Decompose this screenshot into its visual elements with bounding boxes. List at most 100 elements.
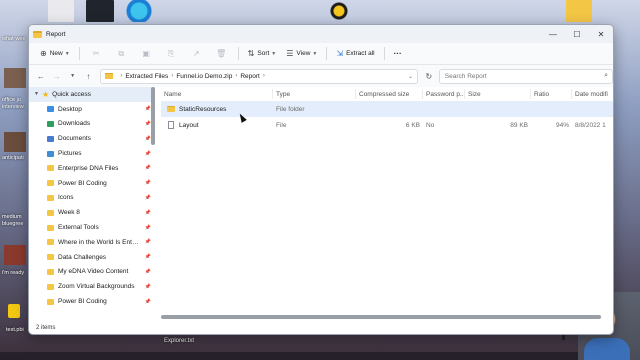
desktop-folder-thumbnail[interactable]: [566, 0, 592, 22]
desktop-label[interactable]: i'm ready: [2, 270, 24, 276]
pin-icon: 📌: [144, 150, 151, 157]
desktop-thumbnail[interactable]: [4, 245, 26, 265]
navigation-pane[interactable]: ▼ ★ Quick access Desktop 📌 Downloads 📌 Docum…: [29, 87, 155, 321]
delete-icon[interactable]: 🗑: [209, 46, 234, 62]
title-bar[interactable]: Report — ☐ ✕: [29, 25, 613, 43]
bee-icon[interactable]: [328, 0, 350, 22]
edge-browser-icon[interactable]: [124, 0, 154, 22]
desktop-label[interactable]: interview: [2, 104, 24, 110]
nav-item[interactable]: Week 8 📌: [29, 205, 155, 220]
breadcrumb-item[interactable]: Report: [240, 73, 260, 80]
extract-all-label: Extract all: [346, 50, 375, 57]
desktop-label[interactable]: test.pbi: [6, 327, 24, 333]
column-header-size[interactable]: Size: [465, 89, 531, 99]
nav-item[interactable]: Power BI Coding 📌: [29, 176, 155, 191]
column-header-date-modified[interactable]: Date modifi: [572, 89, 612, 99]
rename-icon[interactable]: ⎘: [159, 46, 184, 62]
desktop-label[interactable]: office ju: [2, 97, 21, 103]
breadcrumb-item[interactable]: Extracted Files: [125, 73, 168, 80]
power-bi-file-icon[interactable]: [8, 304, 20, 318]
more-options-button[interactable]: ···: [389, 46, 407, 62]
forward-button[interactable]: →: [49, 68, 65, 84]
horizontal-scrollbar[interactable]: [161, 315, 613, 319]
password-protected: No: [423, 122, 465, 129]
desktop-thumbnail[interactable]: [86, 0, 114, 22]
desktop-file-label[interactable]: Explorer.txt: [164, 338, 194, 344]
column-header-ratio[interactable]: Ratio: [531, 89, 572, 99]
column-header-type[interactable]: Type: [273, 89, 356, 99]
folder-icon: [47, 165, 54, 172]
extract-all-button[interactable]: ⇲ Extract all: [331, 46, 379, 62]
file-rows: StaticResources File folder Layout File 6 KB…: [161, 101, 613, 133]
nav-item[interactable]: Desktop 📌: [29, 102, 155, 117]
folder-icon: [47, 298, 54, 305]
new-button[interactable]: ⊕ New ▼: [35, 46, 75, 62]
file-row[interactable]: StaticResources File folder: [161, 101, 613, 117]
column-headers: Name Type Compressed size Password p... …: [161, 87, 613, 101]
status-bar: 2 items: [29, 321, 613, 334]
view-button[interactable]: ☰ View ▼: [281, 46, 322, 62]
nav-item[interactable]: Pictures 📌: [29, 146, 155, 161]
item-count: 2 items: [36, 324, 56, 331]
pin-icon: 📌: [144, 180, 151, 187]
desktop-label[interactable]: what-wee: [2, 36, 26, 42]
minimize-button[interactable]: —: [541, 25, 565, 43]
pin-icon: 📌: [144, 239, 151, 246]
pin-icon: 📌: [144, 268, 151, 275]
maximize-button[interactable]: ☐: [565, 25, 589, 43]
address-history-dropdown[interactable]: ⌄: [408, 73, 417, 80]
nav-scrollbar[interactable]: [151, 87, 155, 145]
scrollbar-thumb[interactable]: [161, 315, 601, 319]
copy-icon[interactable]: ⧉: [109, 46, 134, 62]
nav-item[interactable]: Enterprise DNA Files 📌: [29, 161, 155, 176]
nav-item[interactable]: Zoom Virtual Backgrounds 📌: [29, 279, 155, 294]
column-header-password[interactable]: Password p...: [423, 89, 465, 99]
nav-item[interactable]: Icons 📌: [29, 191, 155, 206]
pin-icon: 📌: [144, 283, 151, 290]
nav-item[interactable]: Power BI Coding 📌: [29, 294, 155, 309]
compressed-size-text: 6 KB: [405, 121, 420, 129]
column-header-compressed-size[interactable]: Compressed size: [356, 89, 423, 99]
column-header-name[interactable]: Name: [161, 89, 273, 99]
address-bar[interactable]: › Extracted Files › Funnel.io Demo.zip ›…: [100, 68, 418, 84]
content-area: ▼ ★ Quick access Desktop 📌 Downloads 📌 Docum…: [29, 87, 613, 321]
pin-icon: 📌: [144, 254, 151, 261]
nav-item[interactable]: My eDNA Video Content 📌: [29, 265, 155, 280]
back-button[interactable]: ←: [33, 68, 49, 84]
desktop-thumbnail[interactable]: [4, 68, 26, 88]
breadcrumb-item[interactable]: Funnel.io Demo.zip: [176, 73, 232, 80]
nav-item[interactable]: Where in the World Is Enterprise DNA📌: [29, 235, 155, 250]
quick-access-header[interactable]: ▼ ★ Quick access: [29, 87, 155, 102]
sort-button[interactable]: ⇅ Sort ▼: [243, 46, 282, 62]
view-label: View: [296, 50, 311, 57]
desktop-thumbnail[interactable]: [48, 0, 74, 22]
desktop-label[interactable]: medium: [2, 214, 22, 220]
folder-icon: [47, 194, 54, 201]
up-button[interactable]: ↑: [80, 68, 96, 84]
desktop-label[interactable]: bluegree: [2, 221, 23, 227]
share-icon[interactable]: ↗: [184, 46, 209, 62]
file-icon: [168, 121, 174, 129]
pin-icon: 📌: [144, 298, 151, 305]
nav-item-label: Data Challenges: [58, 253, 107, 261]
nav-item[interactable]: Data Challenges 📌: [29, 250, 155, 265]
nav-item[interactable]: Documents 📌: [29, 131, 155, 146]
taskbar-thumbnails: [0, 352, 640, 360]
file-row[interactable]: Layout File 6 KB No 89 KB 94% 8/8/2022 1: [161, 117, 613, 133]
search-placeholder: Search Report: [444, 72, 487, 80]
nav-item-label: Power BI Coding: [58, 298, 107, 306]
desktop-thumbnail[interactable]: [4, 132, 26, 152]
divider: [237, 47, 239, 60]
close-button[interactable]: ✕: [589, 25, 613, 43]
search-input[interactable]: Search Report ⌕: [438, 68, 613, 84]
nav-item[interactable]: Downloads 📌: [29, 117, 155, 132]
recent-locations-button[interactable]: ▼: [65, 68, 81, 84]
cut-icon[interactable]: ✂: [84, 46, 109, 62]
desktop-label[interactable]: anticipati: [2, 155, 24, 161]
sort-icon: ⇅: [247, 49, 255, 58]
refresh-button[interactable]: ↻: [421, 68, 437, 84]
paste-icon[interactable]: ▣: [134, 46, 159, 62]
folder-icon: [47, 239, 54, 246]
nav-item[interactable]: External Tools 📌: [29, 220, 155, 235]
chevron-down-icon[interactable]: ▼: [34, 91, 42, 97]
